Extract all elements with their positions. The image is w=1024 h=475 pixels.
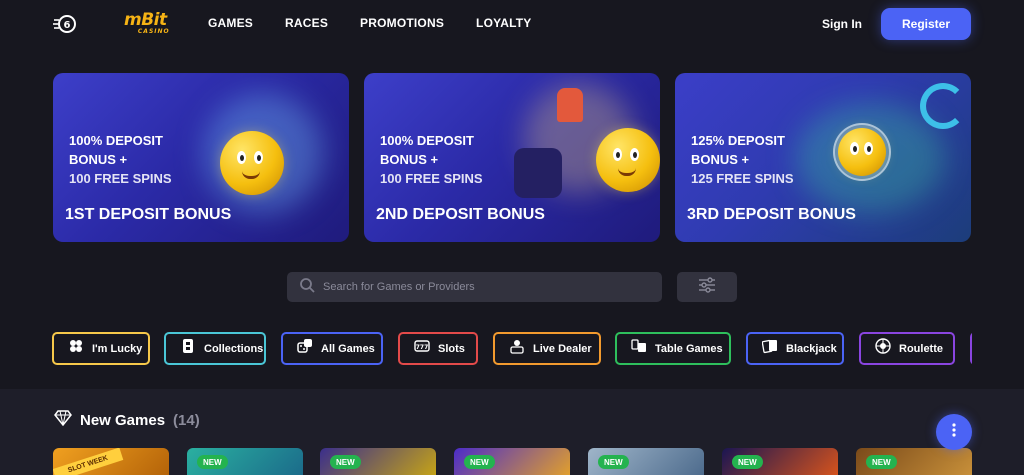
svg-text:6: 6 — [64, 20, 71, 31]
table-games-icon — [631, 338, 647, 359]
banner-headline: 125% DEPOSIT BONUS + 125 FREE SPINS — [691, 133, 794, 186]
promo-banner-3[interactable]: 125% DEPOSIT BONUS + 125 FREE SPINS 3RD … — [675, 73, 971, 242]
roulette-icon — [875, 338, 891, 359]
nav-promotions[interactable]: PROMOTIONS — [360, 16, 444, 30]
coin-mascot-image — [596, 128, 660, 192]
banner-title: 2ND DEPOSIT BONUS — [376, 206, 545, 223]
lamp-image — [557, 88, 583, 122]
chip-label: Roulette — [899, 342, 943, 355]
main-nav: GAMES RACES PROMOTIONS LOYALTY — [208, 16, 563, 30]
chip-im-lucky[interactable]: I'm Lucky — [52, 332, 150, 365]
section-count: (14) — [173, 412, 200, 429]
game-tile-6[interactable]: NEW — [722, 448, 838, 475]
chip-blackjack[interactable]: Blackjack — [746, 332, 844, 365]
chip-label: I'm Lucky — [92, 342, 143, 355]
game-tile-7[interactable]: NEW — [856, 448, 972, 475]
chip-table-games[interactable]: Table Games — [615, 332, 731, 365]
promo-banner-1[interactable]: 100% DEPOSIT BONUS + 100 FREE SPINS 1ST … — [53, 73, 349, 242]
banner-title: 3RD DEPOSIT BONUS — [687, 206, 856, 223]
dice-icon — [297, 338, 313, 359]
chip-label: All Games — [321, 342, 375, 355]
collection-icon — [180, 338, 196, 359]
slots-icon: 777 — [414, 338, 430, 359]
game-tile-4[interactable]: NEW — [454, 448, 570, 475]
chip-live-dealer[interactable]: Live Dealer — [493, 332, 601, 365]
new-badge: NEW — [598, 455, 629, 469]
promo-banner-2[interactable]: 100% DEPOSIT BONUS + 100 FREE SPINS 2ND … — [364, 73, 660, 242]
raccoon-image — [514, 148, 562, 198]
chip-roulette[interactable]: Roulette — [859, 332, 955, 365]
diamond-icon — [54, 410, 72, 431]
banner-headline: 100% DEPOSIT BONUS + 100 FREE SPINS — [69, 133, 172, 186]
game-tile-2[interactable]: NEW — [187, 448, 303, 475]
filter-button[interactable] — [677, 272, 737, 302]
chip-label: Blackjack — [786, 342, 837, 355]
logo-subtext: CASINO — [137, 28, 170, 35]
cards-icon — [761, 338, 778, 359]
chip-label: Collections — [204, 342, 264, 355]
swirl-image — [920, 83, 966, 129]
logo-text: mBit — [124, 10, 167, 30]
slot-week-ribbon: SLOT WEEK — [53, 448, 124, 475]
section-title: New Games — [80, 412, 166, 429]
new-badge: NEW — [330, 455, 361, 469]
clover-icon — [68, 338, 84, 359]
banner-title: 1ST DEPOSIT BONUS — [65, 206, 232, 223]
new-badge: NEW — [866, 455, 897, 469]
top-header: 6 mBit CASINO GAMES RACES PROMOTIONS LOY… — [0, 0, 1024, 50]
coin-mascot-image — [220, 131, 284, 195]
sliders-icon — [698, 276, 716, 298]
new-badge: NEW — [197, 455, 228, 469]
kebab-menu-icon — [952, 422, 956, 442]
chip-slots[interactable]: 777 Slots — [398, 332, 478, 365]
chip-collections[interactable]: Collections — [164, 332, 266, 365]
game-tile-3[interactable]: NEW — [320, 448, 436, 475]
nav-races[interactable]: RACES — [285, 16, 328, 30]
new-badge: NEW — [464, 455, 495, 469]
banner-headline: 100% DEPOSIT BONUS + 100 FREE SPINS — [380, 133, 483, 186]
search-icon — [299, 277, 315, 298]
register-button[interactable]: Register — [881, 8, 971, 40]
nav-loyalty[interactable]: LOYALTY — [476, 16, 531, 30]
sign-in-link[interactable]: Sign In — [822, 17, 862, 31]
brand-logo[interactable]: mBit CASINO — [124, 10, 169, 35]
race-helmet-icon[interactable]: 6 — [53, 12, 77, 36]
chip-label: Slots — [438, 342, 465, 355]
live-dealer-icon — [509, 338, 525, 359]
chip-label: Table Games — [655, 342, 723, 355]
new-badge: NEW — [732, 455, 763, 469]
search-input[interactable] — [323, 281, 643, 293]
new-games-header: New Games (14) — [54, 410, 200, 431]
coin-mascot-image — [838, 128, 886, 176]
game-tile-5[interactable]: NEW — [588, 448, 704, 475]
chip-label: Live Dealer — [533, 342, 592, 355]
more-options-button[interactable] — [936, 414, 972, 450]
chip-all-games[interactable]: All Games — [281, 332, 383, 365]
svg-text:777: 777 — [416, 344, 429, 351]
search-box[interactable] — [287, 272, 662, 302]
game-tile-1[interactable]: SLOT WEEK — [53, 448, 169, 475]
nav-games[interactable]: GAMES — [208, 16, 253, 30]
category-chips: I'm Lucky Collections All Games 777 Slot… — [52, 332, 972, 366]
chip-next[interactable] — [970, 332, 972, 365]
